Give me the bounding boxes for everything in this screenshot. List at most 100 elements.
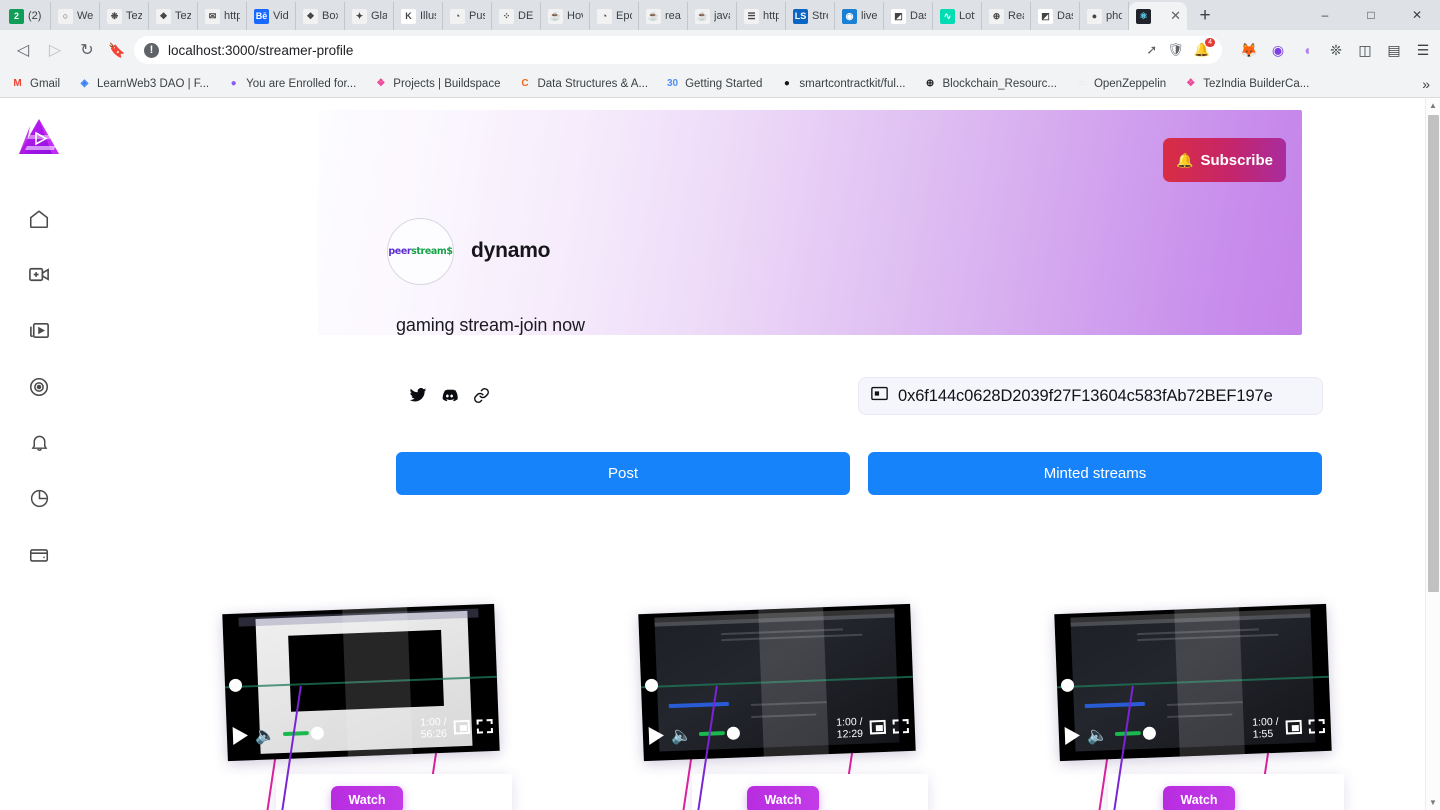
volume-knob[interactable] [1142,725,1157,740]
minimize-button[interactable]: – [1302,0,1348,30]
bookmark-item[interactable]: ⊕ Blockchain_Resourc... [923,76,1057,91]
share-icon[interactable]: ➚ [1146,42,1157,58]
scrub-handle[interactable] [228,678,243,692]
avatar[interactable]: peerstream$ [387,218,454,285]
twitter-icon[interactable] [407,384,429,406]
bookmark-item[interactable]: ◈ LearnWeb3 DAO | F... [77,76,209,91]
browser-tab[interactable]: Bē Vid [247,2,296,30]
volume-slider[interactable] [1115,731,1142,737]
tab-active[interactable]: ⚛ ✕ [1129,2,1187,30]
sidebar-item-notifications[interactable] [22,428,56,462]
browser-tab[interactable]: ❉ Tez [100,2,149,30]
minted-streams-button[interactable]: Minted streams [868,452,1322,495]
link-icon[interactable] [470,384,492,406]
picture-in-picture-icon[interactable] [869,719,887,735]
sidepanel-icon[interactable]: ◫ [1356,41,1374,59]
page-scrollbar[interactable]: ▲ ▼ [1425,98,1440,810]
metamask-icon[interactable]: 🦊 [1240,41,1258,59]
video-thumbnail[interactable]: 🔈 1:00 /12:29 [638,603,916,762]
extensions-puzzle-icon[interactable]: ❊ [1327,41,1345,59]
browser-tab[interactable]: ∿ Lott [933,2,982,30]
maximize-button[interactable]: □ [1348,0,1394,30]
browser-tab[interactable]: ☕ java [688,2,737,30]
volume-slider[interactable] [283,731,310,737]
notification-extension-icon[interactable]: 🔔 4 [1194,38,1215,58]
shield-icon[interactable]: 🛡 [1167,42,1184,58]
browser-tab[interactable]: ☕ reac [639,2,688,30]
bookmark-item[interactable]: ● You are Enrolled for... [226,76,357,91]
watch-button[interactable]: Watch [1163,786,1235,810]
browser-tab[interactable]: ☕ Hov [541,2,590,30]
browser-tab[interactable]: ◉ live [835,2,884,30]
video-thumbnail[interactable]: 🔈 1:00 /1:55 [1054,603,1332,762]
volume-knob[interactable] [310,725,325,740]
play-icon[interactable] [232,726,249,745]
watch-button[interactable]: Watch [331,786,403,810]
volume-icon[interactable]: 🔈 [255,725,277,745]
volume-icon[interactable]: 🔈 [1087,725,1109,745]
bookmark-icon[interactable]: 🔖 [104,42,130,59]
video-card[interactable]: 🔈 1:00 /1:55 Watch [1040,596,1440,810]
back-button[interactable]: ◁ [8,35,38,65]
watch-button[interactable]: Watch [747,786,819,810]
bookmark-item[interactable]: C Data Structures & A... [517,76,648,91]
scroll-down-arrow[interactable]: ▼ [1426,795,1440,810]
browser-tab[interactable]: ◔ Epo [590,2,639,30]
browser-tab[interactable]: ◩ Das [1031,2,1080,30]
pinterest-icon[interactable]: ◖ [1298,41,1316,59]
brave-icon[interactable]: ◉ [1269,41,1287,59]
video-card[interactable]: 🔈 1:00 /12:29 Watch [624,596,1028,810]
scrub-handle[interactable] [1060,678,1075,692]
browser-tab[interactable]: ❖ Tez [149,2,198,30]
browser-tab[interactable]: ○ Web [51,2,100,30]
bookmark-item[interactable]: ❖ Projects | Buildspace [373,76,500,91]
volume-icon[interactable]: 🔈 [671,725,693,745]
wallet-icon[interactable]: ▤ [1385,41,1403,59]
browser-tab[interactable]: ⁘ DEL [492,2,541,30]
sidebar-item-home[interactable] [22,204,56,238]
scrollbar-thumb[interactable] [1428,115,1439,592]
sidebar-item-go-live[interactable] [22,372,56,406]
bookmarks-overflow-button[interactable]: » [1422,76,1430,92]
subscribe-button[interactable]: 🔔 Subscribe [1163,138,1286,182]
new-tab-button[interactable]: + [1191,2,1219,30]
post-button[interactable]: Post [396,452,850,495]
fullscreen-icon[interactable] [1308,718,1326,734]
wallet-address-pill[interactable]: 0x6f144c0628D2039f27F13604c583fAb72BEF19… [859,378,1322,414]
bookmark-item[interactable]: M Gmail [10,76,60,91]
bookmark-item[interactable]: ○ OpenZeppelin [1074,76,1166,91]
close-window-button[interactable]: ✕ [1394,0,1440,30]
browser-tab[interactable]: ✉ http [198,2,247,30]
browser-tab[interactable]: 2 (2) \ [2,2,51,30]
browser-tab[interactable]: ◩ Das [884,2,933,30]
browser-tab[interactable]: ✦ Glas [345,2,394,30]
sidebar-item-analytics[interactable] [22,484,56,518]
fullscreen-icon[interactable] [892,718,910,734]
browser-tab[interactable]: K Illus [394,2,443,30]
browser-tab[interactable]: ● pho [1080,2,1129,30]
sidebar-item-library[interactable] [22,316,56,350]
volume-slider[interactable] [699,731,726,737]
sidebar-item-create-stream[interactable] [22,260,56,294]
bookmark-item[interactable]: ● smartcontractkit/ful... [779,76,906,91]
picture-in-picture-icon[interactable] [1285,719,1303,735]
scroll-up-arrow[interactable]: ▲ [1426,98,1440,113]
video-thumbnail[interactable]: 🔈 1:00 /56:26 [222,603,500,762]
browser-tab[interactable]: ◔ Pus [443,2,492,30]
browser-tab[interactable]: ☰ http [737,2,786,30]
play-icon[interactable] [648,726,665,745]
bookmark-item[interactable]: ❖ TezIndia BuilderCa... [1183,76,1309,91]
tab-close-button[interactable]: ✕ [1170,8,1181,24]
browser-tab[interactable]: ⊕ Rea [982,2,1031,30]
browser-tab[interactable]: LS Stre [786,2,835,30]
forward-button[interactable]: ▷ [40,35,70,65]
peer-streams-logo-icon[interactable] [16,116,62,162]
play-icon[interactable] [1064,726,1081,745]
discord-icon[interactable] [438,384,460,406]
picture-in-picture-icon[interactable] [453,719,471,735]
reload-button[interactable]: ↻ [72,35,102,65]
sidebar-item-wallet[interactable] [22,540,56,574]
volume-knob[interactable] [726,725,741,740]
address-bar[interactable]: ! localhost:3000/streamer-profile ➚ 🛡 🔔 4 [134,36,1222,64]
video-card[interactable]: 🔈 1:00 /56:26 Watch [208,596,612,810]
